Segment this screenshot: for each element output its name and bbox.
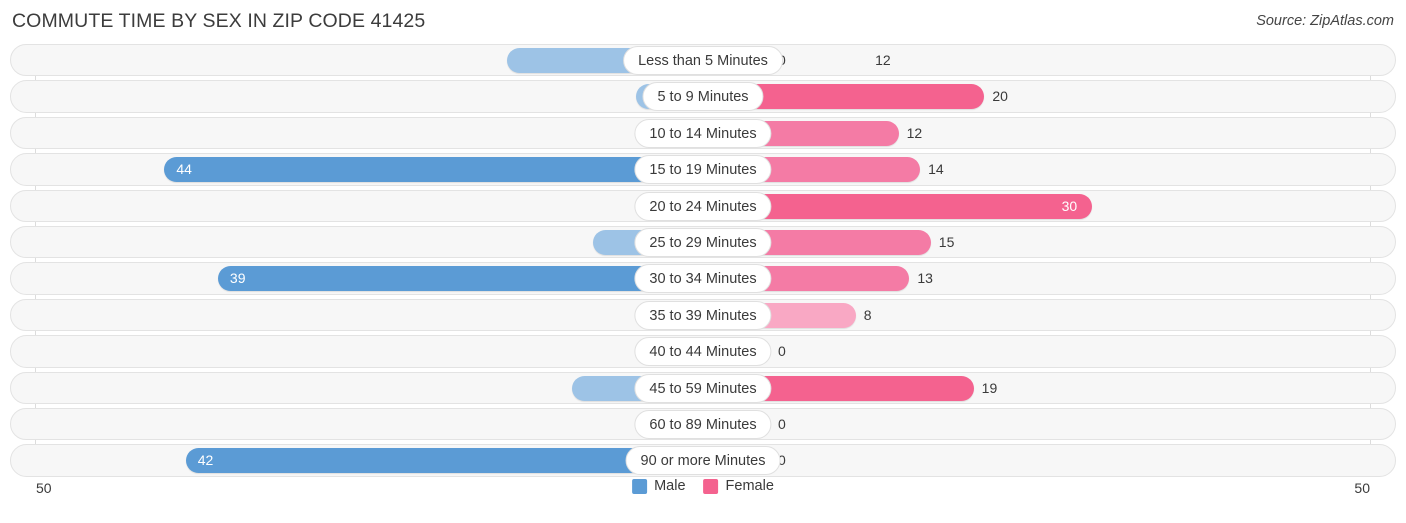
- chart-row: 0060 to 89 Minutes: [0, 406, 1406, 442]
- bar-value-female: 15: [938, 233, 955, 250]
- bar-value-female: 0: [778, 415, 786, 432]
- bar-value-female: 12: [906, 124, 923, 141]
- category-label: 45 to 59 Minutes: [634, 373, 772, 403]
- bar-male[interactable]: [217, 266, 703, 292]
- chart-row: 0040 to 44 Minutes: [0, 333, 1406, 369]
- legend-swatch-male-icon: [632, 478, 648, 494]
- legend-swatch-female-icon: [703, 478, 719, 494]
- legend-item-female[interactable]: Female: [703, 478, 774, 494]
- page-title: COMMUTE TIME BY SEX IN ZIP CODE 41425: [12, 10, 426, 32]
- bar-value-male: 12: [875, 52, 891, 68]
- category-label: 30 to 34 Minutes: [634, 264, 772, 294]
- bar-value-male-inside: 42: [197, 452, 214, 469]
- category-label: 60 to 89 Minutes: [634, 409, 772, 439]
- legend-label-male: Male: [654, 478, 686, 494]
- category-label: 5 to 9 Minutes: [642, 82, 764, 112]
- axis-label-right: 50: [1354, 480, 1370, 496]
- legend-label-female: Female: [725, 478, 774, 494]
- bar-value-female: 0: [778, 343, 786, 360]
- chart-legend: Male Female: [632, 478, 774, 494]
- chart-row: 01210 to 14 Minutes: [0, 115, 1406, 151]
- bar-value-female-inside: 30: [1061, 197, 1078, 214]
- category-label: Less than 5 Minutes: [623, 46, 783, 75]
- chart-header: COMMUTE TIME BY SEX IN ZIP CODE 41425 So…: [0, 0, 1406, 42]
- chart-row: 42 0 90 or more Minutes: [0, 442, 1406, 478]
- bar-value-female: 13: [917, 270, 933, 287]
- chart-row: 120Less than 5 Minutes: [0, 42, 1406, 78]
- bar-value-female: 19: [981, 379, 998, 396]
- category-label: 25 to 29 Minutes: [634, 227, 772, 257]
- source-attribution: Source: ZipAtlas.com: [1256, 13, 1394, 29]
- bar-male[interactable]: [164, 157, 703, 183]
- bar-value-male-inside: 44: [176, 161, 192, 178]
- category-label: 15 to 19 Minutes: [634, 155, 772, 185]
- category-label: 35 to 39 Minutes: [634, 300, 772, 330]
- chart-row: 0205 to 9 Minutes: [0, 78, 1406, 114]
- bar-value-female: 8: [863, 306, 872, 323]
- chart-row: 44 14 15 to 19 Minutes: [0, 151, 1406, 187]
- chart-row: 41525 to 29 Minutes: [0, 224, 1406, 260]
- category-label: 20 to 24 Minutes: [634, 191, 772, 221]
- chart-row: 39 13 30 to 34 Minutes: [0, 260, 1406, 296]
- legend-item-male[interactable]: Male: [632, 478, 686, 494]
- bar-value-female: 14: [928, 161, 944, 178]
- chart-row: 03020 to 24 Minutes: [0, 188, 1406, 224]
- category-label: 90 or more Minutes: [625, 446, 781, 476]
- axis-label-left: 50: [36, 480, 52, 496]
- bar-value-male-inside: 39: [229, 270, 246, 287]
- category-label: 40 to 44 Minutes: [634, 337, 772, 367]
- category-label: 10 to 14 Minutes: [634, 118, 772, 148]
- chart-row: 0835 to 39 Minutes: [0, 297, 1406, 333]
- chart-footer: 50 Male Female 50: [0, 474, 1406, 514]
- bar-value-female: 20: [992, 88, 1008, 105]
- diverging-bar-chart: 120Less than 5 Minutes 0 20 5 to 9 Minutes 0…: [0, 42, 1406, 477]
- chart-row: 61945 to 59 Minutes: [0, 370, 1406, 406]
